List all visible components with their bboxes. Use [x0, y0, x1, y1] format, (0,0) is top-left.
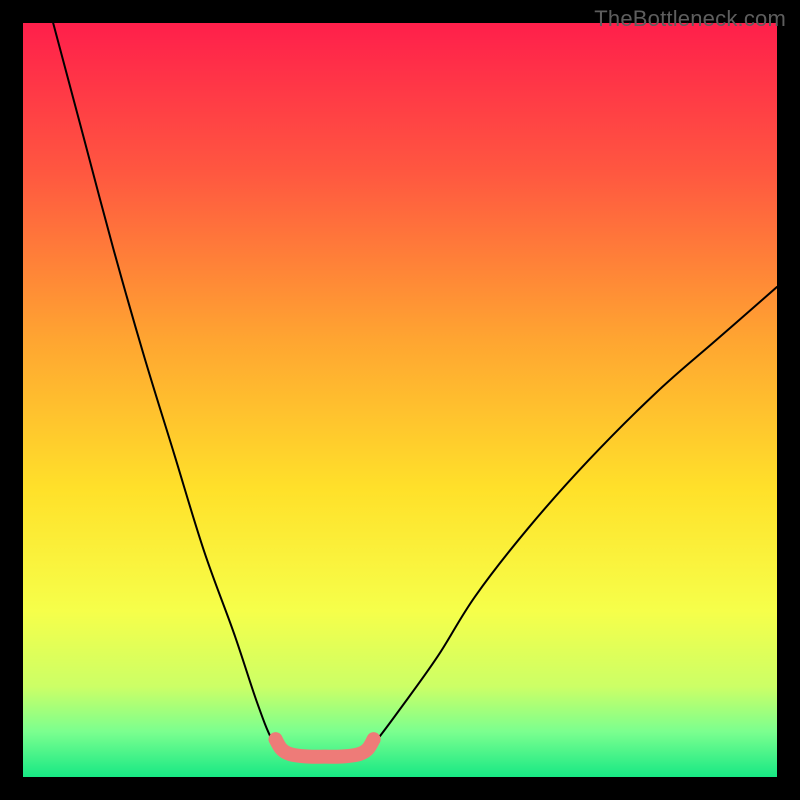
chart-svg [23, 23, 777, 777]
trough-end-dot-1 [367, 732, 381, 746]
watermark-text: TheBottleneck.com [594, 6, 786, 32]
chart-frame: TheBottleneck.com [0, 0, 800, 800]
plot-area [23, 23, 777, 777]
trough-end-dot-0 [269, 732, 283, 746]
gradient-bg [23, 23, 777, 777]
